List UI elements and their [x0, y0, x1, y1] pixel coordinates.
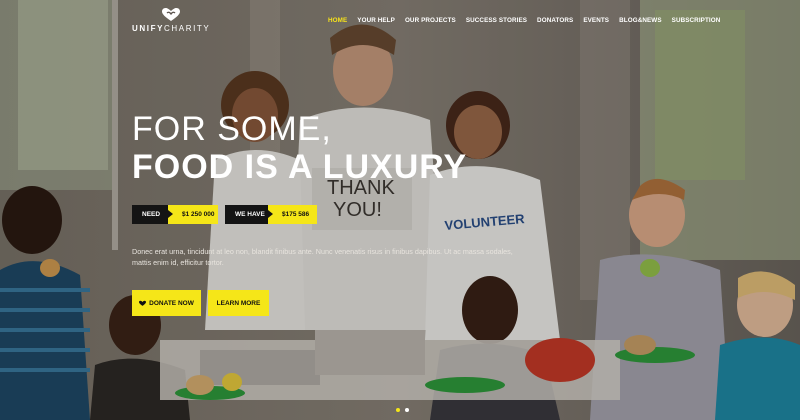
hero-description: Donec erat urna, tincidunt at leo non, b…: [132, 247, 513, 267]
hero-overlay: [0, 0, 800, 420]
need-value: $1 250 000: [168, 205, 218, 224]
slider-dot-2[interactable]: [405, 408, 409, 412]
hero-headline: FOR SOME, FOOD IS A LUXURY: [132, 110, 467, 186]
nav-item-your-help[interactable]: YOUR HELP: [357, 16, 395, 28]
heart-icon: [139, 300, 147, 306]
nav-item-donators[interactable]: DONATORS: [537, 16, 573, 28]
nav-item-subscription[interactable]: SUBSCRIPTION: [672, 16, 721, 28]
need-badge: NEED $1 250 000: [132, 205, 218, 224]
logo-text: UNIFYCHARITY: [132, 24, 210, 33]
have-value: $175 586: [268, 205, 317, 224]
logo-text-thin: CHARITY: [164, 24, 211, 33]
need-label: NEED: [132, 205, 173, 224]
nav-item-success-stories[interactable]: SUCCESS STORIES: [466, 16, 527, 28]
nav-item-our-projects[interactable]: OUR PROJECTS: [405, 16, 456, 28]
headline-line-2: FOOD IS A LUXURY: [132, 148, 468, 186]
main-nav: HOME YOUR HELP OUR PROJECTS SUCCESS STOR…: [328, 16, 730, 28]
nav-item-home[interactable]: HOME: [328, 16, 347, 28]
headline-line-1: FOR SOME,: [132, 110, 332, 148]
learn-more-label: LEARN MORE: [216, 299, 261, 307]
learn-more-button[interactable]: LEARN MORE: [208, 290, 269, 316]
donate-now-label: DONATE NOW: [149, 299, 194, 307]
slider-dot-1[interactable]: [396, 408, 400, 412]
heart-logo-icon: [162, 8, 180, 21]
have-label: WE HAVE: [225, 205, 273, 224]
hero-section: THANK YOU! VOLUNTEER UNIFYCHARITY HOME Y…: [0, 0, 800, 420]
nav-item-events[interactable]: EVENTS: [583, 16, 609, 28]
donate-now-button[interactable]: DONATE NOW: [132, 290, 201, 316]
have-badge: WE HAVE $175 586: [225, 205, 317, 224]
logo-text-bold: UNIFY: [132, 24, 164, 33]
slider-dots: [396, 408, 409, 412]
nav-item-blog-news[interactable]: BLOG&NEWS: [619, 16, 662, 28]
logo[interactable]: UNIFYCHARITY: [132, 8, 212, 34]
